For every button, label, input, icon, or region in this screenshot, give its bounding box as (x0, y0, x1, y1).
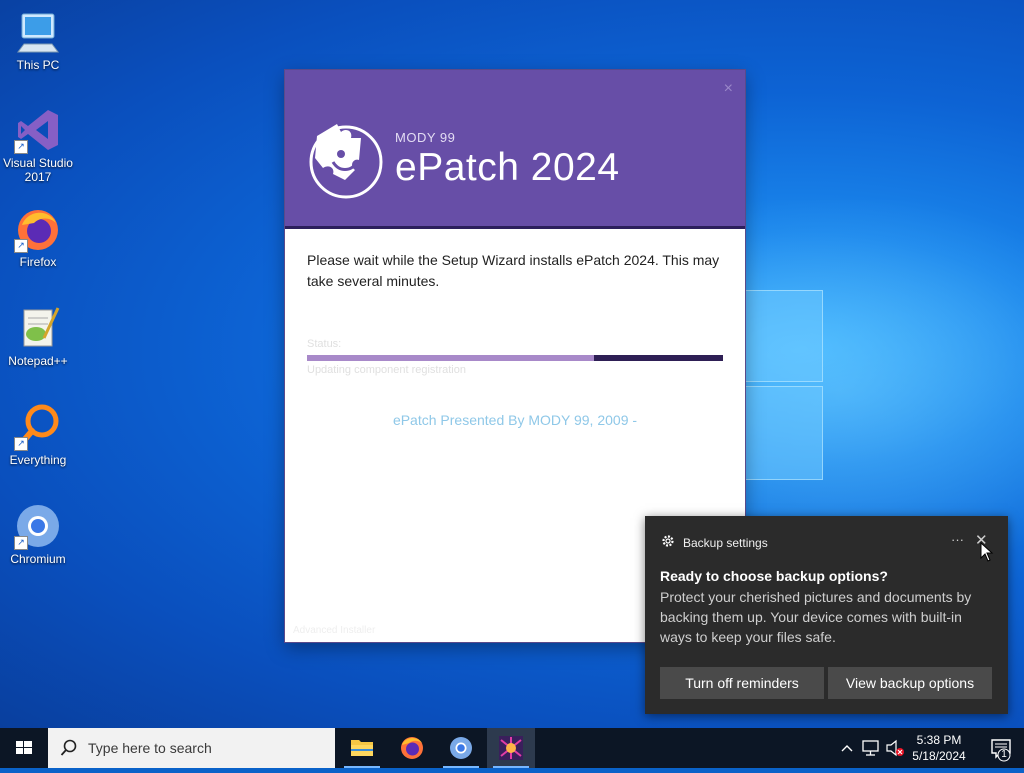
desktop-icon-label: Visual Studio 2017 (3, 156, 73, 184)
desktop: This PC ↗ Visual Studio 2017 ↗ Firefox N… (0, 0, 1024, 728)
start-button[interactable] (0, 728, 48, 768)
taskbar-chromium[interactable] (437, 728, 485, 768)
firefox-icon: ↗ (14, 205, 62, 253)
chromium-icon: ↗ (14, 502, 62, 550)
epatch-logo-icon (307, 116, 385, 200)
desktop-icon-chromium[interactable]: ↗ Chromium (0, 502, 76, 566)
status-action-text: Updating component registration (307, 364, 466, 376)
installer-footer: Advanced Installer (293, 625, 376, 636)
installer-app-icon (499, 736, 523, 760)
backup-notification-toast[interactable]: Backup settings ··· ✕ Ready to choose ba… (645, 516, 1008, 714)
windows-start-icon (16, 741, 32, 754)
desktop-icon-label: Firefox (19, 255, 57, 269)
notification-count: 1 (1001, 749, 1007, 760)
mouse-cursor-icon (980, 542, 994, 562)
notepadpp-icon (14, 304, 62, 352)
more-options-icon[interactable]: ··· (951, 532, 964, 547)
view-backup-options-button[interactable]: View backup options (828, 667, 992, 699)
desktop-icon-label: Everything (9, 453, 67, 467)
clock-date: 5/18/2024 (912, 749, 966, 763)
installer-message: Please wait while the Setup Wizard insta… (307, 252, 720, 289)
show-hidden-icons-chevron-icon[interactable] (838, 728, 856, 768)
shortcut-arrow-icon: ↗ (14, 536, 28, 550)
desktop-icon-notepadpp[interactable]: Notepad++ (0, 304, 76, 368)
shortcut-arrow-icon: ↗ (14, 140, 28, 154)
taskbar: Type here to search 5:38 PM 5/18/2024 1 (0, 728, 1024, 768)
desktop-icon-label: Chromium (10, 552, 66, 566)
network-icon[interactable] (860, 728, 882, 768)
search-icon (60, 739, 77, 756)
progress-bar (307, 355, 723, 361)
desktop-icon-firefox[interactable]: ↗ Firefox (0, 205, 76, 269)
toast-body: Protect your cherished pictures and docu… (660, 589, 972, 645)
everything-search-icon: ↗ (14, 403, 62, 451)
action-center-button[interactable]: 1 (978, 728, 1024, 768)
chromium-icon (450, 737, 472, 759)
installer-credit: ePatch Presented By MODY 99, 2009 - (392, 412, 638, 428)
turn-off-reminders-button[interactable]: Turn off reminders (660, 667, 824, 699)
desktop-icon-this-pc[interactable]: This PC (0, 8, 76, 72)
computer-icon (14, 8, 62, 56)
taskbar-clock[interactable]: 5:38 PM 5/18/2024 (900, 732, 978, 764)
taskbar-search-box[interactable]: Type here to search (48, 728, 335, 768)
gear-icon (661, 534, 675, 548)
installer-close-button[interactable]: × (724, 80, 733, 98)
toast-title: Ready to choose backup options? (660, 568, 888, 584)
installer-header: × MODY 99 ePatch 2024 (285, 70, 745, 229)
desktop-icon-visual-studio[interactable]: ↗ Visual Studio 2017 (0, 106, 76, 184)
wallpaper-windows-logo (745, 290, 823, 480)
search-placeholder: Type here to search (88, 740, 212, 756)
shortcut-arrow-icon: ↗ (14, 239, 28, 253)
firefox-icon (401, 737, 423, 759)
shortcut-arrow-icon: ↗ (14, 437, 28, 451)
file-explorer-icon (351, 740, 373, 756)
visual-studio-icon: ↗ (14, 106, 62, 154)
taskbar-file-explorer[interactable] (338, 728, 386, 768)
toast-app-name: Backup settings (683, 536, 768, 550)
taskbar-installer-app[interactable] (487, 728, 535, 768)
taskbar-firefox[interactable] (388, 728, 436, 768)
desktop-icon-label: This PC (16, 58, 60, 72)
status-label: Status: (307, 338, 342, 350)
desktop-icon-label: Notepad++ (8, 354, 68, 368)
installer-brand: MODY 99 (395, 130, 456, 145)
progress-fill (307, 355, 595, 361)
notification-icon (991, 739, 1011, 762)
desktop-icon-everything[interactable]: ↗ Everything (0, 403, 76, 467)
installer-title: ePatch 2024 (395, 146, 620, 189)
clock-time: 5:38 PM (916, 733, 962, 747)
